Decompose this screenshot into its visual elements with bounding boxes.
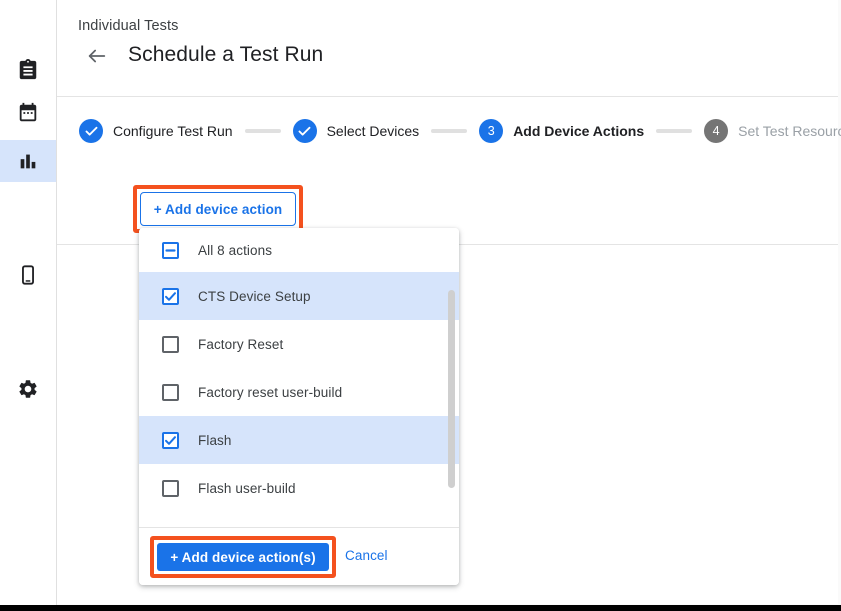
step-4-label: Set Test Resources bbox=[738, 123, 841, 139]
list-item-label: Flash bbox=[198, 433, 232, 448]
step-1-label: Configure Test Run bbox=[113, 123, 233, 139]
device-actions-list: CTS Device Setup Factory Reset Factory r… bbox=[139, 272, 459, 527]
step-1-indicator bbox=[79, 119, 103, 143]
step-connector-1 bbox=[245, 129, 281, 133]
clipboard-icon bbox=[17, 59, 39, 81]
arrow-left-icon bbox=[86, 45, 108, 72]
sidebar-item-test-schedules[interactable] bbox=[0, 92, 56, 134]
calendar-icon bbox=[17, 102, 39, 124]
cancel-button[interactable]: Cancel bbox=[345, 548, 388, 563]
step-3-indicator: 3 bbox=[479, 119, 503, 143]
step-select-devices[interactable]: Select Devices bbox=[293, 119, 420, 143]
stepper-row: Configure Test Run Select Devices bbox=[79, 119, 841, 143]
list-item[interactable]: Flash user-build bbox=[139, 464, 459, 512]
list-item-label: Factory Reset bbox=[198, 337, 283, 352]
confirm-add-device-actions-button[interactable]: + Add device action(s) bbox=[157, 543, 329, 571]
list-item-label: Factory reset user-build bbox=[198, 385, 342, 400]
sidebar-item-devices[interactable] bbox=[0, 254, 56, 296]
dropdown-footer: + Add device action(s) Cancel bbox=[139, 527, 459, 585]
dropdown-scrollbar-thumb[interactable] bbox=[448, 290, 455, 488]
step-configure-test-run[interactable]: Configure Test Run bbox=[79, 119, 233, 143]
content-card: Individual Tests Schedule a Test Run bbox=[57, 0, 838, 604]
list-item[interactable]: Factory Reset bbox=[139, 320, 459, 368]
sidebar-item-test-suites[interactable] bbox=[0, 49, 56, 91]
gear-icon bbox=[17, 378, 39, 400]
checkbox-unchecked-icon[interactable] bbox=[162, 336, 179, 353]
list-item[interactable]: Factory reset user-build bbox=[139, 368, 459, 416]
list-item[interactable]: Flash bbox=[139, 416, 459, 464]
device-actions-dropdown: All 8 actions CTS Device Setup Facto bbox=[139, 228, 459, 585]
list-item-label: Flash user-build bbox=[198, 481, 296, 496]
bottom-edge-bar bbox=[0, 605, 841, 611]
list-item[interactable]: CTS Device Setup bbox=[139, 272, 459, 320]
page-header: Individual Tests Schedule a Test Run bbox=[57, 0, 838, 97]
breadcrumb: Individual Tests bbox=[78, 18, 178, 34]
list-item-label: CTS Device Setup bbox=[198, 289, 311, 304]
select-all-checkbox-indeterminate-icon[interactable] bbox=[162, 242, 179, 259]
checkbox-unchecked-icon[interactable] bbox=[162, 384, 179, 401]
app-root: Individual Tests Schedule a Test Run bbox=[0, 0, 841, 611]
step-2-label: Select Devices bbox=[327, 123, 420, 139]
main-area: Individual Tests Schedule a Test Run bbox=[57, 0, 841, 611]
step-add-device-actions[interactable]: 3 Add Device Actions bbox=[479, 119, 644, 143]
checkbox-unchecked-icon[interactable] bbox=[162, 480, 179, 497]
step-4-indicator: 4 bbox=[704, 119, 728, 143]
select-all-label: All 8 actions bbox=[198, 243, 272, 258]
back-button[interactable] bbox=[83, 44, 111, 72]
sidebar-item-test-results[interactable] bbox=[0, 140, 56, 182]
bar-chart-icon bbox=[17, 150, 39, 172]
step-set-test-resources[interactable]: 4 Set Test Resources bbox=[704, 119, 841, 143]
sidebar-item-settings[interactable] bbox=[0, 368, 56, 410]
sidebar-nav bbox=[0, 0, 57, 611]
checkbox-checked-icon[interactable] bbox=[162, 288, 179, 305]
step-connector-3 bbox=[656, 129, 692, 133]
step-2-indicator bbox=[293, 119, 317, 143]
page-title: Schedule a Test Run bbox=[128, 43, 323, 67]
phone-icon bbox=[17, 264, 39, 286]
step-3-label: Add Device Actions bbox=[513, 123, 644, 139]
step-connector-2 bbox=[431, 129, 467, 133]
checkbox-checked-icon[interactable] bbox=[162, 432, 179, 449]
select-all-row[interactable]: All 8 actions bbox=[139, 228, 459, 272]
add-device-action-button[interactable]: + Add device action bbox=[140, 192, 296, 226]
